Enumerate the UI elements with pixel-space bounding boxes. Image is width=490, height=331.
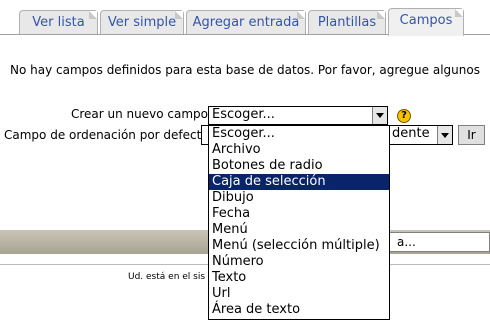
- tab-corner-icon: [297, 11, 305, 19]
- dropdown-option[interactable]: Menú (selección múltiple): [209, 238, 389, 254]
- chevron-down-icon[interactable]: [372, 107, 387, 124]
- sort-order-value: dente: [392, 126, 430, 141]
- tab-row: Ver lista Ver simple Agregar entrada Pla…: [0, 0, 490, 36]
- tab-corner-icon: [175, 11, 183, 19]
- tab-corner-icon: [455, 9, 463, 17]
- tab-label: Plantillas: [317, 15, 377, 30]
- tab-label: Agregar entrada: [192, 15, 300, 30]
- create-field-dropdown-list[interactable]: Escoger... Archivo Botones de radio Caja de…: [208, 125, 390, 320]
- no-fields-message: No hay campos definidos para esta base d…: [10, 63, 480, 77]
- go-button[interactable]: Ir: [458, 125, 485, 145]
- tab-agregar-entrada[interactable]: Agregar entrada: [186, 10, 306, 34]
- tab-label: Ver lista: [32, 15, 85, 30]
- tab-label: Campos: [399, 13, 453, 28]
- dropdown-option[interactable]: Menú: [209, 222, 389, 238]
- dropdown-option[interactable]: Dibujo: [209, 190, 389, 206]
- tab-plantillas[interactable]: Plantillas: [308, 10, 386, 34]
- sort-field-label: Campo de ordenación por defecto:: [4, 128, 213, 142]
- tab-corner-icon: [89, 11, 97, 19]
- dropdown-option[interactable]: Número: [209, 254, 389, 270]
- sort-order-select[interactable]: dente: [388, 125, 453, 145]
- dropdown-option[interactable]: Botones de radio: [209, 158, 389, 174]
- dropdown-option[interactable]: Url: [209, 286, 389, 302]
- dropdown-option[interactable]: Escoger...: [209, 126, 389, 142]
- search-input[interactable]: a...: [388, 232, 490, 252]
- tab-campos[interactable]: Campos: [388, 8, 464, 36]
- create-field-label: Crear un nuevo campo:: [71, 107, 213, 121]
- tab-label: Ver simple: [107, 15, 177, 30]
- create-field-selected-value: Escoger...: [212, 107, 275, 122]
- dropdown-option[interactable]: Fecha: [209, 206, 389, 222]
- dropdown-option[interactable]: Archivo: [209, 142, 389, 158]
- dropdown-option[interactable]: Área de texto: [209, 302, 389, 318]
- tab-ver-simple[interactable]: Ver simple: [100, 10, 184, 34]
- tab-ver-lista[interactable]: Ver lista: [19, 10, 98, 34]
- login-info-text: Ud. está en el sis: [128, 272, 206, 282]
- tab-corner-icon: [377, 11, 385, 19]
- dropdown-option[interactable]: Texto: [209, 270, 389, 286]
- chevron-down-icon[interactable]: [437, 126, 452, 144]
- dropdown-option[interactable]: Caja de selección: [209, 174, 389, 190]
- create-field-select[interactable]: Escoger...: [208, 106, 388, 125]
- help-icon[interactable]: ?: [397, 109, 411, 123]
